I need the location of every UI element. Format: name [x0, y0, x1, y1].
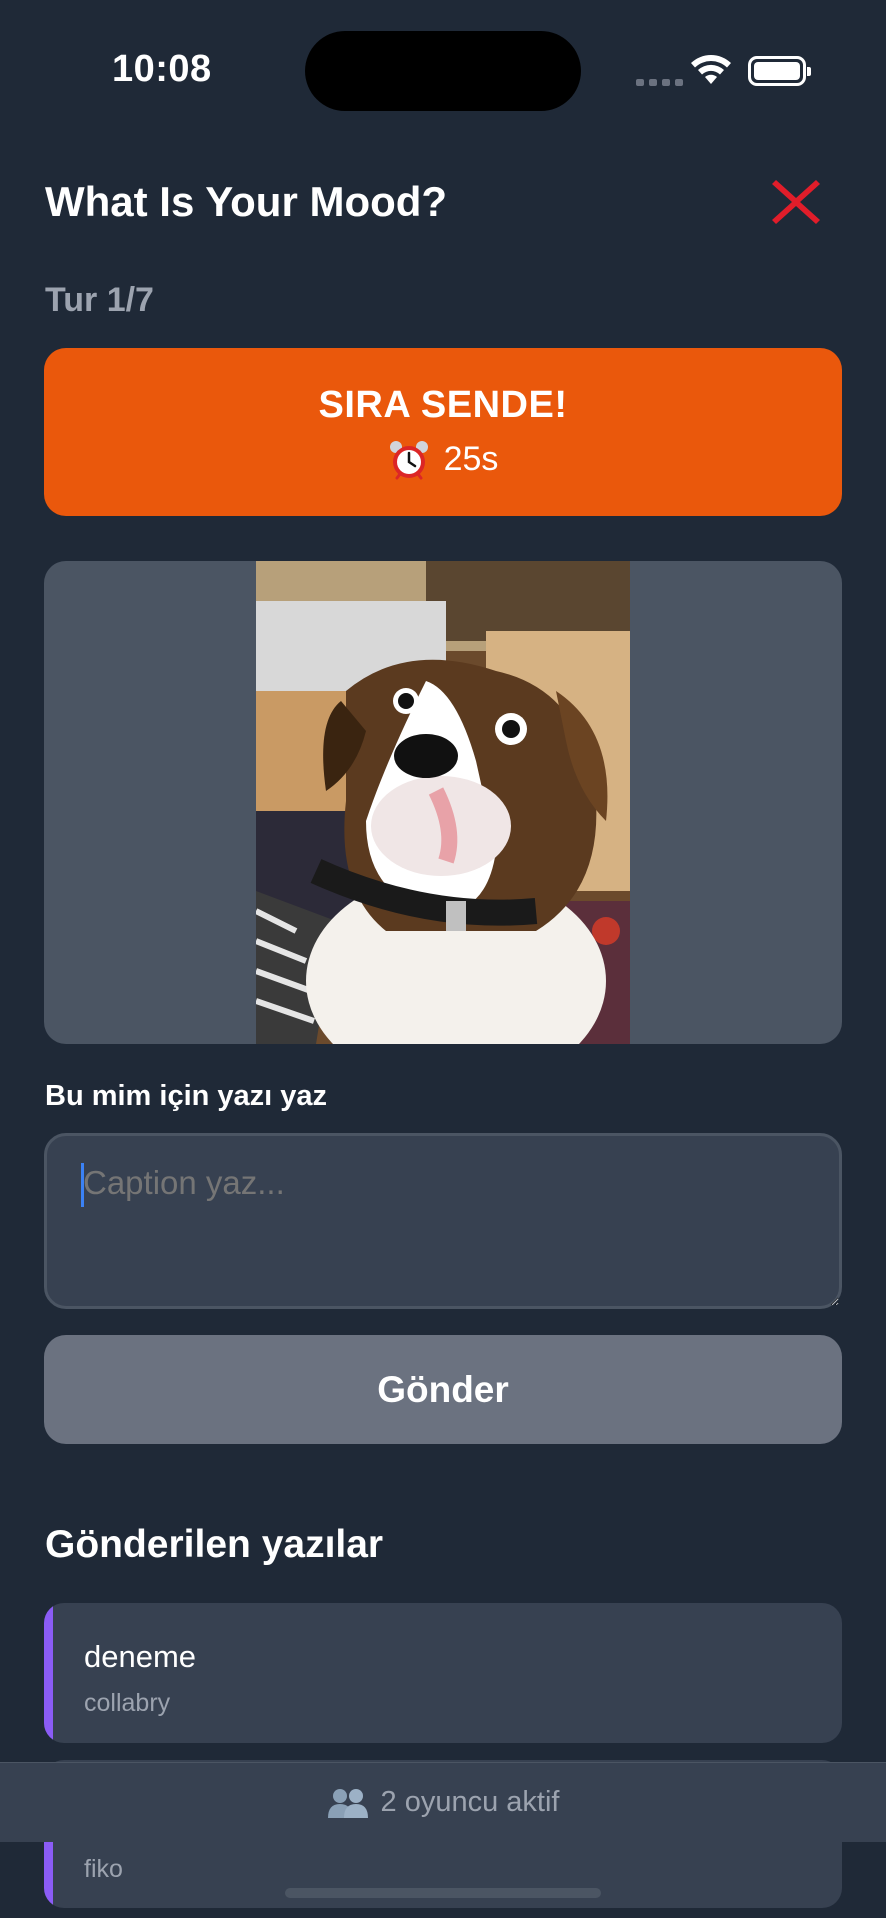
card-accent-bar — [44, 1603, 53, 1743]
close-icon[interactable] — [768, 174, 824, 230]
meme-image-card — [44, 561, 842, 1044]
caption-prompt-label: Bu mim için yazı yaz — [45, 1080, 328, 1112]
turn-banner: SIRA SENDE! 25s — [44, 348, 842, 516]
timer-value: 25s — [443, 440, 499, 478]
page-title: What Is Your Mood? — [45, 178, 448, 225]
active-players-text: 2 oyuncu aktif — [380, 1786, 560, 1818]
send-button[interactable]: Gönder — [44, 1335, 842, 1444]
caption-input[interactable] — [44, 1133, 842, 1309]
wifi-icon — [691, 55, 731, 84]
status-bar: 10:08 — [0, 0, 886, 140]
status-time: 10:08 — [112, 48, 212, 90]
battery-icon — [748, 56, 811, 86]
turn-timer: 25s — [388, 439, 499, 481]
active-players-bar: 2 oyuncu aktif — [0, 1762, 886, 1842]
alarm-clock-icon — [389, 440, 428, 479]
list-item: deneme collabry — [44, 1603, 842, 1743]
caption-author: collabry — [84, 1689, 171, 1717]
home-indicator[interactable] — [285, 1888, 601, 1898]
caption-text: deneme — [84, 1639, 197, 1674]
submitted-captions-title: Gönderilen yazılar — [45, 1523, 384, 1566]
users-icon — [327, 1788, 368, 1818]
meme-image — [256, 561, 630, 1044]
turn-title: SIRA SENDE! — [318, 383, 568, 426]
dynamic-island — [305, 31, 581, 111]
cellular-signal-icon — [636, 79, 683, 86]
round-indicator: Tur 1/7 — [45, 281, 154, 319]
caption-author: fiko — [84, 1855, 123, 1883]
text-caret — [81, 1163, 84, 1207]
